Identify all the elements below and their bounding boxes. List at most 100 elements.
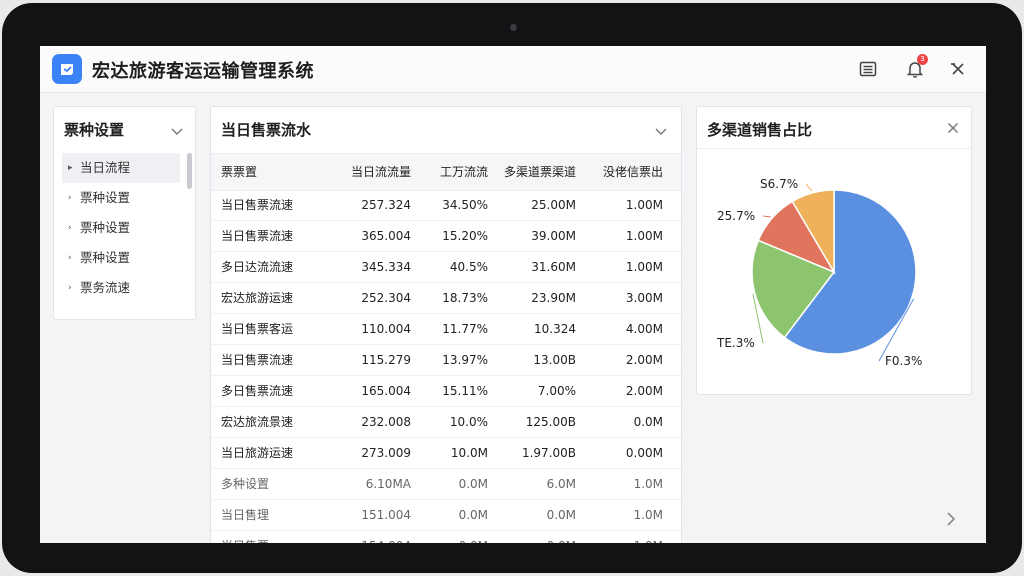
table-cell: 2.00M [625,353,663,367]
chevron-down-icon[interactable] [655,121,667,140]
ticket-settings-panel: 票种设置 ▸ 当日流程 › 票种设置 › 票种设置 › 票种设置 › 票务流速 [53,106,196,320]
table-cell: 0.0M [633,415,663,429]
table-cell: 多种设置 [221,477,270,491]
channel-share-panel: 多渠道销售占比 F0.3% TE.3% 25.7% S6.7% [696,106,972,395]
chevron-right-icon: › [68,253,72,263]
pie-leader-line [762,215,771,218]
chevron-right-icon: ▸ [68,163,73,173]
document-icon[interactable] [857,58,879,80]
app-title: 宏达旅游客运运输管理系统 [92,61,314,82]
pie-slice-label: TE.3% [716,336,755,350]
notification-badge: 3 [917,54,928,65]
table-cell: 0.0M [547,531,576,543]
daily-sales-table-panel: 当日售票流水 票票置 当日流流量 工万流流 多渠道票渠道 没佬信票出 当日售票流… [210,106,682,543]
scrollbar[interactable] [187,153,192,189]
table-row[interactable]: 多种设置 6.10MA 0.0M 6.0M 1.0M [211,469,681,500]
table-row[interactable]: 当日售票流速 257.324 34.50% 25.00M 1.00M [211,190,681,221]
table-cell: 110.004 [361,322,411,336]
nav-item-label: 票种设置 [80,190,131,205]
table-row[interactable]: 宏达旅游运速 252.304 18.73% 23.90M 3.00M [211,283,681,314]
table-cell: 39.00M [531,229,576,243]
nav-item-label: 票种设置 [80,250,131,265]
table-cell: 6.0M [546,477,576,491]
column-header[interactable]: 没佬信票出 [603,154,663,190]
table-cell: 0.0M [459,531,488,543]
camera-dot [510,24,517,31]
chevron-down-icon[interactable] [171,121,183,140]
table-cell: 7.00% [537,384,576,398]
app-logo-icon [52,54,82,84]
pie-slice-label: S6.7% [760,177,798,191]
table-cell: 10.324 [534,322,576,336]
table-cell: 当日售票客运 [221,322,294,336]
column-header[interactable]: 票票置 [221,154,257,190]
table-cell: 1.0M [634,531,663,543]
table-cell: 154.004 [361,531,411,543]
table-cell: 2.00M [625,384,663,398]
table-row[interactable]: 当日售票流速 115.279 13.97% 13.00B 2.00M [211,345,681,376]
table-cell: 25.00M [531,198,576,212]
table-cell: 345.334 [361,260,411,274]
table-cell: 18.73% [442,291,488,305]
table-cell: 0.0M [546,508,576,522]
table-row[interactable]: 当日售理 151.004 0.0M 0.0M 1.0M [211,500,681,531]
table-cell: 257.324 [361,198,411,212]
table-cell: 6.10MA [365,477,411,491]
table-cell: 1.00M [625,198,663,212]
table-cell: 1.0M [633,477,663,491]
table-cell: 365.004 [361,229,411,243]
close-icon[interactable] [947,119,959,138]
top-bar: 宏达旅游客运运输管理系统 3 [40,46,986,93]
table-cell: 0.00M [625,446,663,460]
table-cell: 11.77% [442,322,488,336]
table-cell: 23.90M [531,291,576,305]
nav-item-current-process[interactable]: ▸ 当日流程 [62,153,180,183]
table-cell: 宏达旅游运速 [221,291,294,305]
nav-item-ticket-settings[interactable]: › 票种设置 [62,213,180,243]
table-cell: 宏达旅流景速 [221,415,294,429]
nav-item-label: 票务流速 [80,280,131,295]
table-cell: 273.009 [361,446,411,460]
app-screen: 宏达旅游客运运输管理系统 3 票种设置 ▸ 当日流程 › 票种设置 › 票种设置… [40,46,986,543]
table-row[interactable]: 多日达流流速 345.334 40.5% 31.60M 1.00M [211,252,681,283]
table-cell: 1.0M [633,508,663,522]
table-cell: 15.11% [442,384,488,398]
table-row[interactable]: 当日售票流速 365.004 15.20% 39.00M 1.00M [211,221,681,252]
column-header[interactable]: 多渠道票渠道 [504,154,576,190]
table-cell: 40.5% [449,260,488,274]
table-row[interactable]: 当日售票 154.004 0.0M 0.0M 1.0M [211,531,681,543]
table-row[interactable]: 宏达旅流景速 232.008 10.0% 125.00B 0.0M [211,407,681,438]
table-body: 当日售票流速 257.324 34.50% 25.00M 1.00M 当日售票流速 365.… [211,190,681,543]
table-header: 票票置 当日流流量 工万流流 多渠道票渠道 没佬信票出 [211,153,681,191]
panel-title: 多渠道销售占比 [707,121,813,139]
table-cell: 0.0M [458,477,488,491]
nav-item-ticket-settings[interactable]: › 票种设置 [62,243,180,273]
table-cell: 当日售票流速 [221,353,294,367]
table-row[interactable]: 当日售票客运 110.004 11.77% 10.324 4.00M [211,314,681,345]
table-cell: 34.50% [442,198,488,212]
table-cell: 115.279 [361,353,411,367]
table-cell: 1.00M [625,260,663,274]
table-cell: 当日售票流速 [221,229,294,243]
table-cell: 31.60M [531,260,576,274]
table-cell: 10.0M [450,446,488,460]
table-cell: 10.0% [449,415,488,429]
table-cell: 当日售票 [221,531,269,543]
table-cell: 4.00M [625,322,663,336]
column-header[interactable]: 工万流流 [440,154,488,190]
pie-slice-label: F0.3% [885,354,922,368]
column-header[interactable]: 当日流流量 [351,154,411,190]
table-row[interactable]: 多日售票流速 165.004 15.11% 7.00% 2.00M [211,376,681,407]
table-cell: 252.304 [361,291,411,305]
nav-item-ticket-flow[interactable]: › 票务流速 [62,273,180,303]
table-cell: 0.0M [458,508,488,522]
table-cell: 15.20% [442,229,488,243]
table-row[interactable]: 当日旅游运速 273.009 10.0M 1.97.00B 0.00M [211,438,681,469]
nav-item-ticket-settings[interactable]: › 票种设置 [62,183,180,213]
exit-icon[interactable] [947,58,969,80]
notification-bell-icon[interactable]: 3 [904,54,928,80]
next-page-button[interactable] [938,506,964,532]
pie-chart: F0.3% TE.3% 25.7% S6.7% [716,177,922,368]
table-cell: 3.00M [625,291,663,305]
nav-item-label: 票种设置 [80,220,131,235]
